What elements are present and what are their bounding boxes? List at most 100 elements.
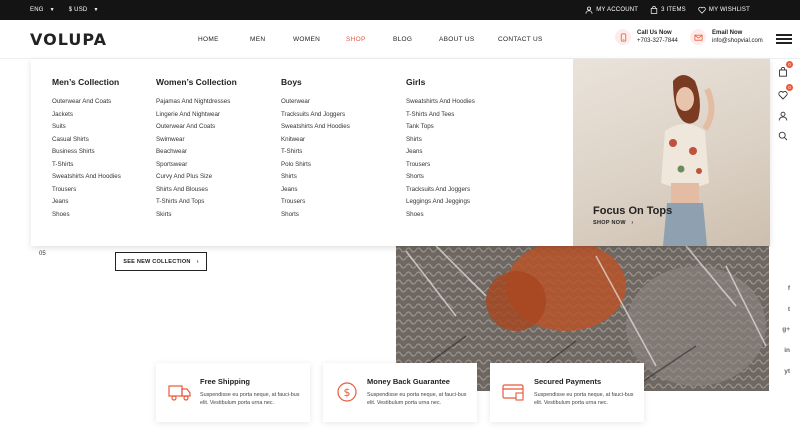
right-icon-rail: 0 0 f t g+ in yt <box>770 59 800 432</box>
promo-banner[interactable]: Focus On Tops SHOP NOW › <box>573 59 770 246</box>
see-new-collection-button[interactable]: SEE NEW COLLECTION › <box>115 252 207 271</box>
youtube-icon[interactable]: yt <box>784 368 790 375</box>
menu-link[interactable]: Leggings And Jeggings <box>406 196 475 209</box>
feature-text: Suspendisse eu porta neque, at fauci-bus… <box>534 392 634 406</box>
link-list: Outerwear And Coats Jackets Suits Casual… <box>52 96 121 221</box>
currency-label: $ USD <box>68 7 88 13</box>
menu-link[interactable]: Shorts <box>406 171 475 184</box>
menu-link[interactable]: T-Shirts And Tops <box>156 196 237 209</box>
truck-icon <box>168 385 191 401</box>
wishlist-button[interactable]: 0 <box>778 84 793 100</box>
money-back-icon: $ <box>337 382 357 402</box>
menu-link[interactable]: Jeans <box>281 184 350 197</box>
nav-women[interactable]: WOMEN <box>293 36 346 43</box>
chevron-down-icon: ▼ <box>93 7 99 13</box>
email-us-block[interactable]: Email Now info@shopvial.com <box>690 29 763 45</box>
main-nav: HOME MEN WOMEN SHOP BLOG ABOUT US CONTAC… <box>186 20 543 59</box>
menu-link[interactable]: Trousers <box>52 184 121 197</box>
site-logo[interactable]: VOLUPA <box>30 30 107 49</box>
hamburger-menu-icon[interactable] <box>776 34 792 44</box>
menu-link[interactable]: Sweatshirts And Hoodies <box>52 171 121 184</box>
menu-link[interactable]: T-Shirts <box>52 159 121 172</box>
column-title: Men’s Collection <box>52 77 120 87</box>
language-label: ENG <box>30 7 44 13</box>
account-button[interactable] <box>778 108 790 121</box>
menu-link[interactable]: Jeans <box>406 146 475 159</box>
menu-link[interactable]: Shoes <box>52 209 121 222</box>
nav-men[interactable]: MEN <box>250 36 293 43</box>
my-wishlist-link[interactable]: MY WISHLIST <box>698 6 750 14</box>
nav-contact-us[interactable]: CONTACT US <box>498 36 543 43</box>
search-icon <box>778 131 788 141</box>
menu-link[interactable]: Pajamas And Nightdresses <box>156 96 237 109</box>
menu-link[interactable]: Sweatshirts And Hoodies <box>406 96 475 109</box>
menu-link[interactable]: T-Shirts And Tees <box>406 109 475 122</box>
feature-title: Money Back Guarantee <box>367 377 450 386</box>
facebook-icon[interactable]: f <box>788 285 790 292</box>
call-us-block[interactable]: Call Us Now +703-327-7844 <box>615 29 678 45</box>
main-header: VOLUPA HOME MEN WOMEN SHOP BLOG ABOUT US… <box>0 20 800 59</box>
menu-link[interactable]: Sportswear <box>156 159 237 172</box>
linkedin-icon[interactable]: in <box>784 347 790 354</box>
email-us-label: Email Now <box>712 30 743 36</box>
menu-link[interactable]: Shirts <box>281 171 350 184</box>
menu-link[interactable]: Trousers <box>281 196 350 209</box>
see-new-collection-label: SEE NEW COLLECTION <box>123 258 191 265</box>
menu-link[interactable]: Knitwear <box>281 134 350 147</box>
column-title: Boys <box>281 77 302 87</box>
my-account-link[interactable]: MY ACCOUNT <box>585 6 638 14</box>
menu-column-boys: Boys Outerwear Tracksuits And Joggers Sw… <box>281 77 350 221</box>
bag-icon <box>779 66 787 77</box>
menu-link[interactable]: Skirts <box>156 209 237 222</box>
phone-icon <box>615 29 631 45</box>
menu-link[interactable]: Shoes <box>406 209 475 222</box>
currency-selector[interactable]: $ USD ▼ <box>69 7 99 13</box>
menu-link[interactable]: Beachwear <box>156 146 237 159</box>
menu-link[interactable]: Polo Shirts <box>281 159 350 172</box>
top-bar: ENG ▼ $ USD ▼ MY ACCOUNT 3 ITEMS MY WISHLI… <box>0 0 800 20</box>
credit-card-icon <box>502 384 524 401</box>
nav-about-us[interactable]: ABOUT US <box>439 36 498 43</box>
menu-link[interactable]: Shirts And Blouses <box>156 184 237 197</box>
menu-link[interactable]: Suits <box>52 121 121 134</box>
heart-icon <box>778 91 788 100</box>
menu-link[interactable]: Lingerie And Nightwear <box>156 109 237 122</box>
menu-link[interactable]: Jackets <box>52 109 121 122</box>
cart-button[interactable]: 0 <box>778 61 793 77</box>
menu-link[interactable]: Swimwear <box>156 134 237 147</box>
feature-text: Suspendisse eu porta neque, at fauci-bus… <box>367 392 467 406</box>
twitter-icon[interactable]: t <box>788 306 790 313</box>
cart-items-link[interactable]: 3 ITEMS <box>650 6 686 14</box>
link-list: Pajamas And Nightdresses Lingerie And Ni… <box>156 96 237 221</box>
menu-link[interactable]: Casual Shirts <box>52 134 121 147</box>
google-plus-icon[interactable]: g+ <box>782 326 790 333</box>
chevron-right-icon: › <box>196 258 199 265</box>
feature-card-free-shipping: Free Shipping Suspendisse eu porta neque… <box>156 363 310 422</box>
menu-link[interactable]: Trousers <box>406 159 475 172</box>
column-title: Girls <box>406 77 426 87</box>
link-list: Outerwear Tracksuits And Joggers Sweatsh… <box>281 96 350 221</box>
menu-link[interactable]: Outerwear <box>281 96 350 109</box>
call-us-number: +703-327-7844 <box>637 38 678 44</box>
menu-link[interactable]: Sweatshirts And Hoodies <box>281 121 350 134</box>
menu-link[interactable]: Business Shirts <box>52 146 121 159</box>
menu-link[interactable]: Jeans <box>52 196 121 209</box>
menu-link[interactable]: Curvy And Plus Size <box>156 171 237 184</box>
menu-column-womens-collection: Women’s Collection Pajamas And Nightdres… <box>156 77 237 221</box>
nav-home[interactable]: HOME <box>198 36 250 43</box>
search-button[interactable] <box>778 128 790 141</box>
bag-icon <box>650 6 658 14</box>
menu-link[interactable]: Tank Tops <box>406 121 475 134</box>
model-illustration <box>661 75 715 246</box>
menu-link[interactable]: Shorts <box>281 209 350 222</box>
nav-shop[interactable]: SHOP <box>346 36 393 43</box>
menu-link[interactable]: Shirts <box>406 134 475 147</box>
menu-link[interactable]: T-Shirts <box>281 146 350 159</box>
menu-link[interactable]: Tracksuits And Joggers <box>406 184 475 197</box>
shop-now-link[interactable]: SHOP NOW › <box>593 220 633 226</box>
language-selector[interactable]: ENG ▼ <box>30 7 55 13</box>
menu-link[interactable]: Outerwear And Coats <box>156 121 237 134</box>
menu-link[interactable]: Outerwear And Coats <box>52 96 121 109</box>
nav-blog[interactable]: BLOG <box>393 36 439 43</box>
menu-link[interactable]: Tracksuits And Joggers <box>281 109 350 122</box>
